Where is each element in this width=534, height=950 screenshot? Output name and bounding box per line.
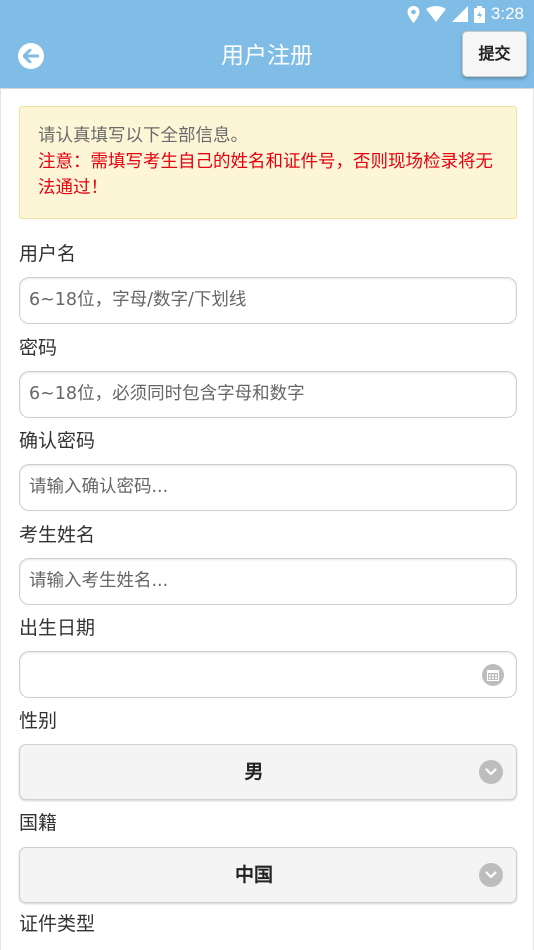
password-placeholder: 6~18位，必须同时包含字母和数字 <box>29 384 305 404</box>
password-field[interactable]: 6~18位，必须同时包含字母和数字 <box>19 371 517 418</box>
notice-warning: 注意：需填写考生自己的姓名和证件号，否则现场检录将无法通过！ <box>38 152 493 198</box>
username-field[interactable]: 6~18位，字母/数字/下划线 <box>19 277 517 324</box>
submit-button[interactable]: 提交 <box>462 31 527 77</box>
app-header: 用户注册 提交 <box>0 28 534 88</box>
nationality-select[interactable]: 中国 <box>19 847 517 903</box>
student-name-placeholder: 请输入考生姓名... <box>29 571 169 591</box>
password-label: 密码 <box>19 337 58 359</box>
student-name-label: 考生姓名 <box>19 524 96 546</box>
status-icons: 3:28 <box>407 4 524 24</box>
nationality-value: 中国 <box>234 864 273 886</box>
confirm-password-field[interactable]: 请输入确认密码... <box>19 464 517 511</box>
status-time: 3:28 <box>490 4 524 23</box>
battery-icon <box>473 5 485 23</box>
arrow-left-icon <box>23 49 39 63</box>
chevron-down-icon <box>479 760 503 784</box>
wifi-icon <box>425 6 446 22</box>
calendar-icon[interactable] <box>482 664 504 686</box>
back-button[interactable] <box>18 43 44 69</box>
notice-box: 请认真填写以下全部信息。 注意：需填写考生自己的姓名和证件号，否则现场检录将无法… <box>19 106 517 219</box>
confirm-password-label: 确认密码 <box>19 430 96 452</box>
birth-date-label: 出生日期 <box>19 617 96 639</box>
nationality-label: 国籍 <box>19 812 58 834</box>
gender-select[interactable]: 男 <box>19 744 517 800</box>
signal-icon <box>451 6 468 22</box>
confirm-password-placeholder: 请输入确认密码... <box>29 477 169 497</box>
username-placeholder: 6~18位，字母/数字/下划线 <box>29 290 247 310</box>
gender-value: 男 <box>244 761 264 783</box>
status-bar: 3:28 <box>0 0 534 28</box>
gender-label: 性别 <box>19 710 58 732</box>
registration-form: 请认真填写以下全部信息。 注意：需填写考生自己的姓名和证件号，否则现场检录将无法… <box>0 88 534 950</box>
student-name-field[interactable]: 请输入考生姓名... <box>19 558 517 605</box>
birth-date-field[interactable] <box>19 651 517 698</box>
id-type-label: 证件类型 <box>19 913 96 935</box>
username-label: 用户名 <box>19 243 77 265</box>
chevron-down-icon <box>479 863 503 887</box>
page-title: 用户注册 <box>221 43 313 69</box>
location-icon <box>407 5 420 23</box>
notice-info: 请认真填写以下全部信息。 <box>38 126 248 146</box>
